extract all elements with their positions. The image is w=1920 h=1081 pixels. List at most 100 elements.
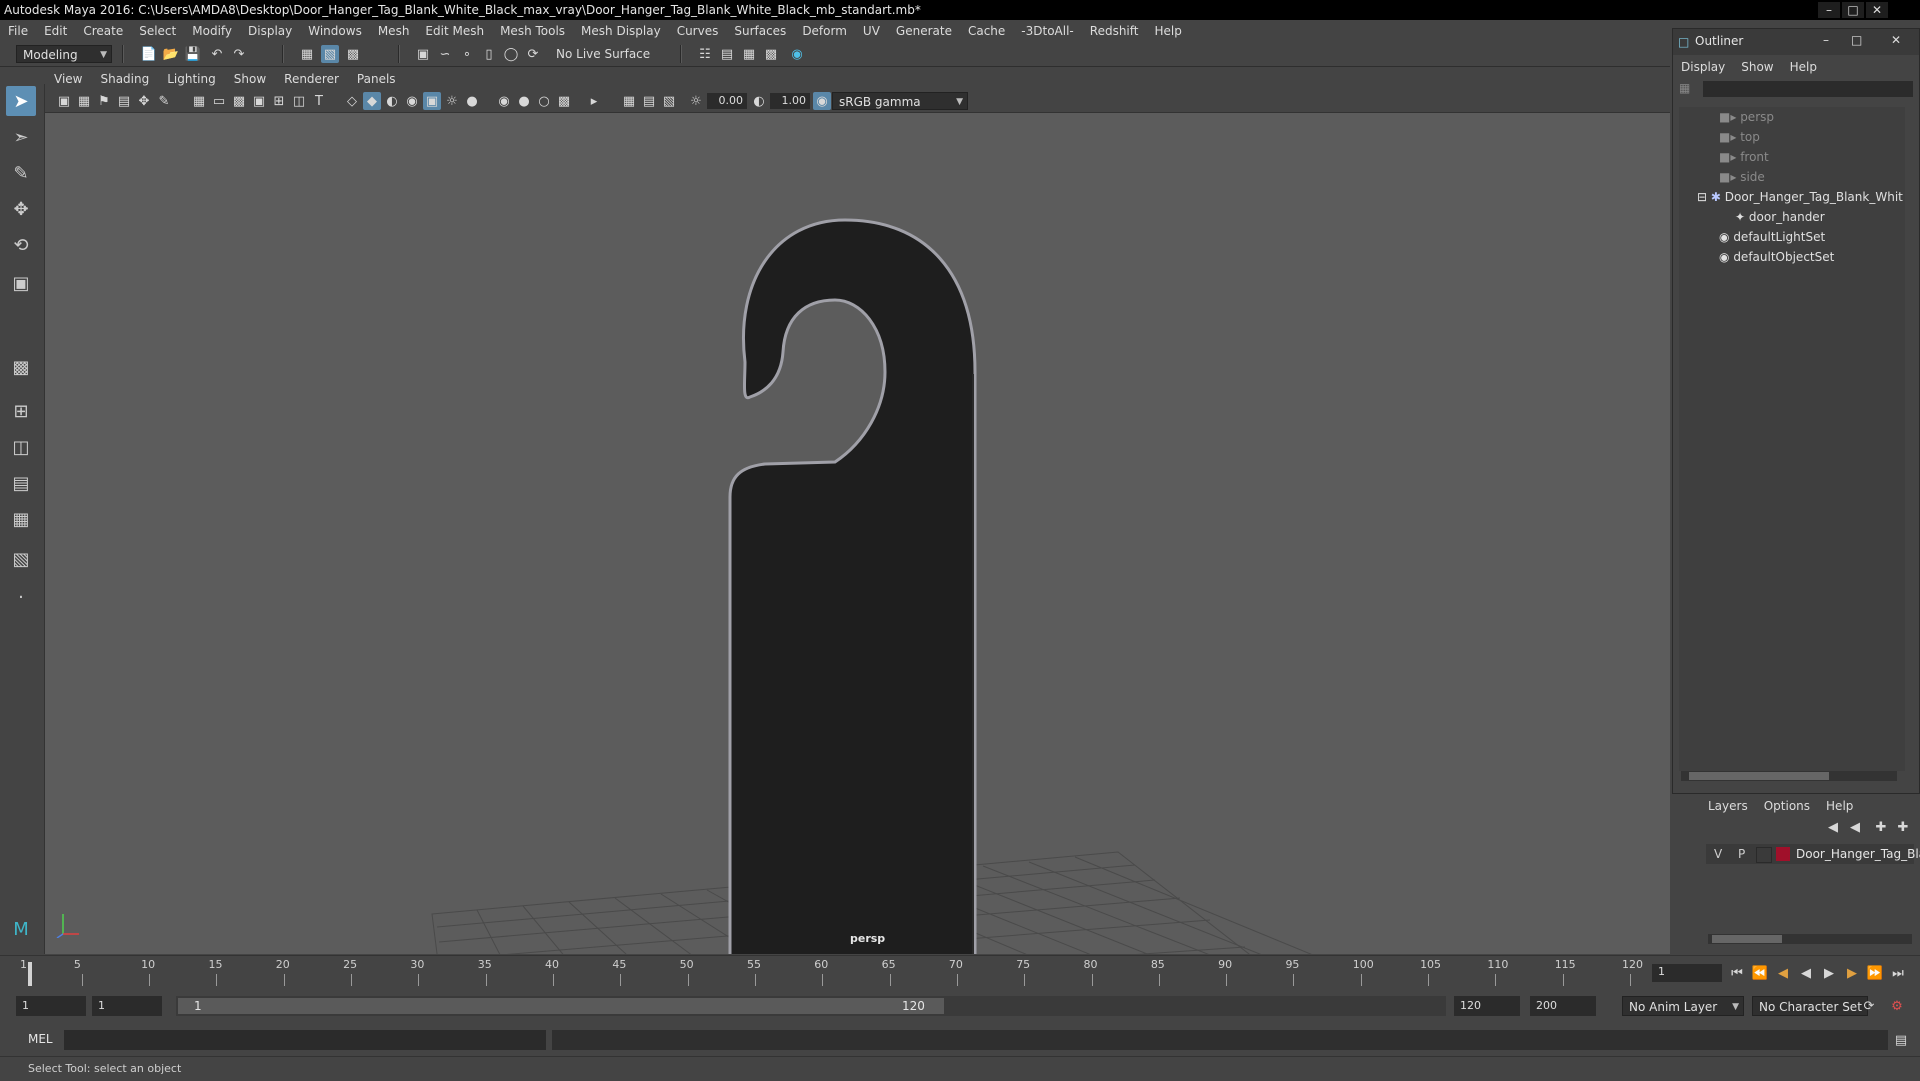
textured-icon[interactable]: ◉ (403, 92, 421, 110)
color-management-icon[interactable]: ◉ (813, 92, 831, 110)
smooth-shade-icon[interactable]: ◆ (363, 92, 381, 110)
safe-action-icon[interactable]: ◫ (290, 92, 308, 110)
layer-name[interactable]: Door_Hanger_Tag_Blai (1796, 847, 1920, 861)
menu-file[interactable]: File (0, 24, 36, 38)
vp-menu-lighting[interactable]: Lighting (158, 72, 225, 86)
outliner-search-input[interactable] (1703, 81, 1913, 97)
menu-cache[interactable]: Cache (960, 24, 1013, 38)
minimize-icon[interactable]: – (1818, 2, 1840, 18)
menu-windows[interactable]: Windows (300, 24, 370, 38)
step-back-frame-icon[interactable]: ◀ (1774, 964, 1792, 982)
menu-generate[interactable]: Generate (888, 24, 960, 38)
camera-select-icon[interactable]: ▣ (55, 92, 73, 110)
scene-start-field[interactable]: 1 (16, 996, 86, 1016)
layer-hscrollbar[interactable] (1708, 934, 1912, 944)
anim-start-field[interactable]: 1 (92, 996, 162, 1016)
current-frame-field[interactable]: 1 (1652, 964, 1722, 982)
layer-playback-toggle[interactable]: P (1738, 847, 1745, 861)
maximize-icon[interactable]: □ (1842, 2, 1864, 18)
screen-space-ao-icon[interactable]: ● (463, 92, 481, 110)
scrollbar-thumb[interactable] (1712, 935, 1782, 943)
gamma-field[interactable]: 1.00 (770, 93, 810, 109)
motion-blur-icon[interactable]: ◉ (495, 92, 513, 110)
live-surface-field[interactable]: No Live Surface (556, 47, 650, 61)
layer-menu-layers[interactable]: Layers (1700, 799, 1756, 813)
current-time-indicator[interactable] (28, 962, 32, 986)
side-by-side-layout-icon[interactable]: ◫ (6, 432, 36, 462)
outliner-item-front[interactable]: ■▸ front (1719, 147, 1769, 167)
menu-edit[interactable]: Edit (36, 24, 75, 38)
lasso-tool-icon[interactable]: ➣ (6, 122, 36, 152)
render-frame-icon[interactable]: ▤ (718, 45, 736, 63)
select-component-icon[interactable]: ▩ (344, 45, 362, 63)
2d-pan-icon[interactable]: ✥ (135, 92, 153, 110)
redo-icon[interactable]: ↷ (230, 45, 248, 63)
minimize-icon[interactable]: – (1823, 33, 1829, 47)
layer-type-toggle[interactable] (1756, 847, 1772, 863)
anti-aliasing-icon[interactable]: ● (515, 92, 533, 110)
maximize-icon[interactable]: □ (1851, 33, 1862, 47)
step-back-key-icon[interactable]: ⏪ (1751, 964, 1769, 982)
use-all-lights-icon[interactable]: ▣ (423, 92, 441, 110)
collapse-icon[interactable]: ⊟ (1697, 190, 1707, 204)
menu-mesh[interactable]: Mesh (370, 24, 418, 38)
character-set-dropdown[interactable]: No Character Set (1752, 996, 1868, 1016)
vp-menu-renderer[interactable]: Renderer (275, 72, 348, 86)
menu-mesh-display[interactable]: Mesh Display (573, 24, 669, 38)
rotate-tool-icon[interactable]: ⟲ (6, 230, 36, 260)
exposure-icon[interactable]: ☼ (687, 92, 705, 110)
range-slider-handle[interactable]: 1 120 (178, 998, 944, 1014)
layer-move-up-icon[interactable]: ◀ (1824, 818, 1842, 836)
new-layer-selected-icon[interactable]: ✚ (1894, 818, 1912, 836)
select-object-icon[interactable]: ▧ (321, 45, 339, 63)
range-slider-track[interactable]: 1 120 (176, 996, 1446, 1016)
safe-title-icon[interactable]: T (310, 92, 328, 110)
hypershade-icon[interactable]: ◉ (788, 45, 806, 63)
anim-layer-dropdown[interactable]: No Anim Layer ▼ (1622, 996, 1744, 1016)
time-ruler[interactable]: 1 5 10 15 20 25 30 35 40 45 50 55 60 65 70 75 80 85 90 95 10… (20, 956, 1643, 986)
menu-3dtoall[interactable]: -3DtoAll- (1013, 24, 1081, 38)
mode-dropdown[interactable]: Modeling ▼ (16, 45, 112, 63)
outliner-item-group[interactable]: ⊟ ✱ Door_Hanger_Tag_Blank_Whit (1697, 187, 1903, 207)
preferences-icon[interactable]: ⚙ (1888, 997, 1906, 1015)
gamma-icon[interactable]: ◐ (750, 92, 768, 110)
more-layouts-icon[interactable]: · (6, 582, 36, 612)
wireframe-on-shaded-icon[interactable]: ◐ (383, 92, 401, 110)
undo-icon[interactable]: ↶ (208, 45, 226, 63)
wireframe-icon[interactable]: ◇ (343, 92, 361, 110)
xray-icon[interactable]: ▸ (585, 92, 603, 110)
step-forward-frame-icon[interactable]: ▶ (1843, 964, 1861, 982)
new-scene-icon[interactable]: 📄 (140, 45, 158, 63)
menu-redshift[interactable]: Redshift (1082, 24, 1147, 38)
outliner-item-objectset[interactable]: ◉ defaultObjectSet (1719, 247, 1834, 267)
menu-select[interactable]: Select (131, 24, 184, 38)
exposure-field[interactable]: 0.00 (707, 93, 747, 109)
menu-modify[interactable]: Modify (184, 24, 240, 38)
menu-display[interactable]: Display (240, 24, 300, 38)
select-tool-icon[interactable]: ➤ (6, 86, 36, 116)
xray-components-icon[interactable]: ▤ (640, 92, 658, 110)
field-chart-icon[interactable]: ⊞ (270, 92, 288, 110)
render-view-icon[interactable]: ▩ (762, 45, 780, 63)
menu-deform[interactable]: Deform (794, 24, 855, 38)
snap-point-icon[interactable]: ∘ (458, 45, 476, 63)
auto-key-icon[interactable]: ⟳ (1860, 997, 1878, 1015)
command-input[interactable] (64, 1030, 546, 1050)
filter-icon[interactable]: ▦ (1679, 81, 1690, 95)
xray-joints-icon[interactable]: ▦ (620, 92, 638, 110)
ipr-render-icon[interactable]: ▦ (740, 45, 758, 63)
outliner-item-persp[interactable]: ■▸ persp (1719, 107, 1774, 127)
menu-create[interactable]: Create (75, 24, 131, 38)
new-layer-icon[interactable]: ✚ (1872, 818, 1890, 836)
layer-move-down-icon[interactable]: ◀ (1846, 818, 1864, 836)
go-to-start-icon[interactable]: ⏮ (1728, 964, 1746, 982)
hypershade-layout-icon[interactable]: ▧ (6, 544, 36, 574)
vp-menu-panels[interactable]: Panels (348, 72, 405, 86)
outliner-menu-show[interactable]: Show (1733, 60, 1781, 74)
outliner-layout-icon[interactable]: ▤ (6, 468, 36, 498)
script-editor-icon[interactable]: ▤ (1892, 1031, 1910, 1049)
play-forward-icon[interactable]: ▶ (1820, 964, 1838, 982)
layer-row[interactable]: V P Door_Hanger_Tag_Blai (1706, 844, 1920, 864)
vp-menu-view[interactable]: View (45, 72, 91, 86)
open-scene-icon[interactable]: 📂 (162, 45, 180, 63)
